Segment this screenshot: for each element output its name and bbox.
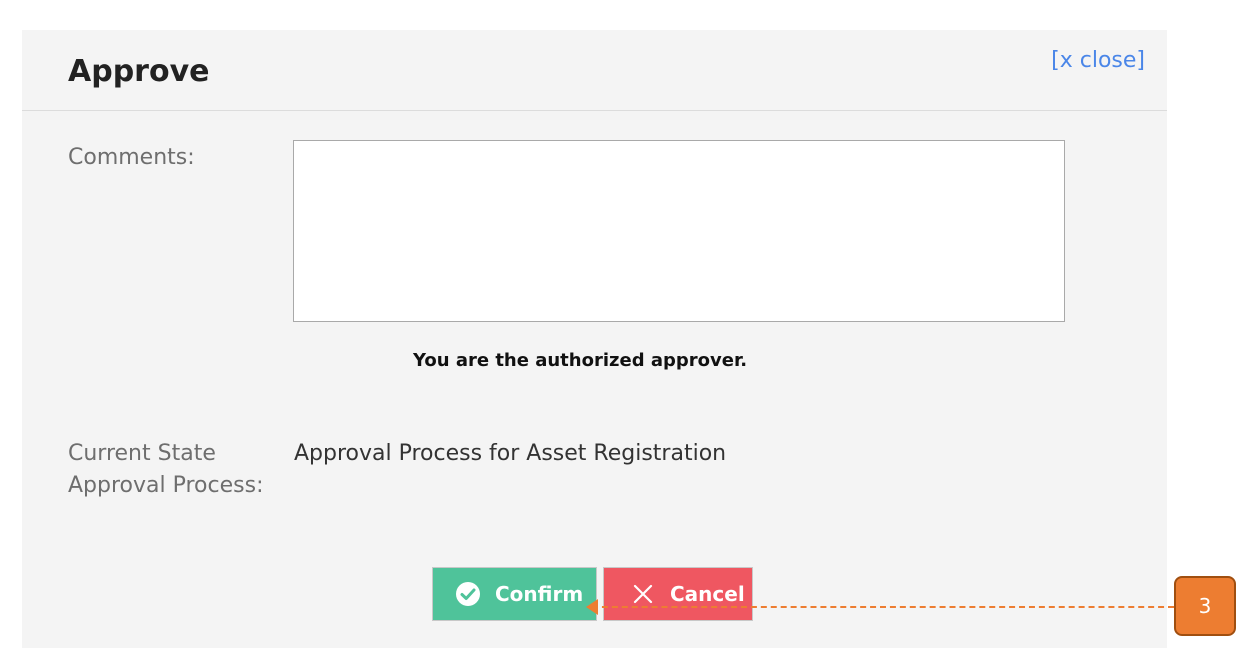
close-link[interactable]: [x close] xyxy=(1051,48,1145,73)
dialog-header: Approve [x close] xyxy=(22,30,1167,111)
dialog-title: Approve xyxy=(68,54,210,89)
step-number-badge: 3 xyxy=(1174,576,1236,636)
approver-note: You are the authorized approver. xyxy=(413,350,748,371)
current-state-label: Current State Approval Process: xyxy=(68,441,264,498)
current-state-value: Approval Process for Asset Registration xyxy=(294,441,727,466)
confirm-label: Confirm xyxy=(495,582,584,606)
close-x-icon xyxy=(632,583,654,605)
comments-label: Comments: xyxy=(68,145,195,170)
cancel-button[interactable]: Cancel xyxy=(603,567,753,621)
approve-dialog: Approve [x close] Comments: You are the … xyxy=(22,30,1167,648)
callout-arrow-icon xyxy=(586,599,598,615)
check-circle-icon xyxy=(455,581,481,607)
comments-textarea[interactable] xyxy=(293,140,1065,322)
cancel-label: Cancel xyxy=(670,582,745,606)
confirm-button[interactable]: Confirm xyxy=(432,567,597,621)
callout-connector-line xyxy=(592,606,1174,608)
